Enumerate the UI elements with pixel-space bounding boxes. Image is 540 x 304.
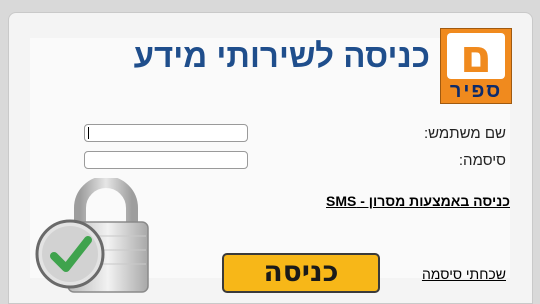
username-label: שם משתמש: bbox=[423, 125, 506, 142]
forgot-password-link[interactable]: שכחתי סיסמה bbox=[422, 266, 506, 282]
sapir-logo: ם ספיר bbox=[440, 28, 512, 104]
login-button[interactable]: כניסה bbox=[222, 253, 380, 293]
sms-login-link[interactable]: כניסה באמצעות מסרון - SMS bbox=[326, 193, 510, 209]
page-title: כניסה לשירותי מידע bbox=[133, 37, 430, 74]
logo-letter: ם bbox=[447, 33, 505, 79]
password-field[interactable] bbox=[84, 151, 248, 169]
padlock-check-icon bbox=[35, 178, 149, 293]
password-label: סיסמה: bbox=[458, 152, 506, 169]
text-caret bbox=[88, 127, 89, 139]
logo-word: ספיר bbox=[449, 80, 503, 102]
username-field[interactable] bbox=[84, 124, 248, 142]
